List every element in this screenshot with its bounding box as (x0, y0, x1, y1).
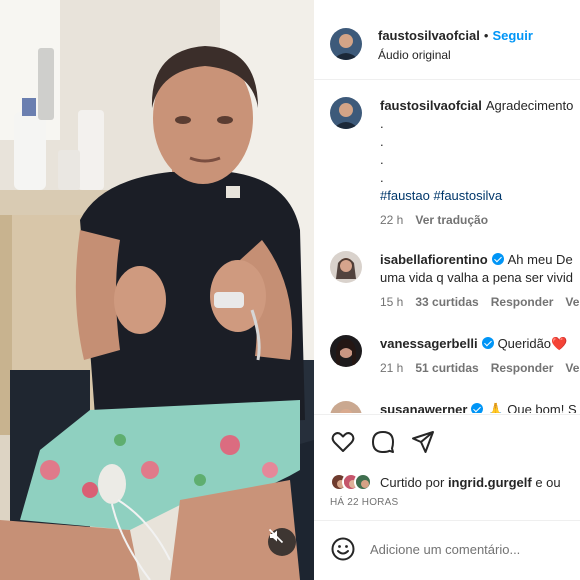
comment-time: 21 h (380, 361, 404, 375)
post-side-panel: faustosilvaofcial • Seguir Áudio original … (314, 0, 580, 580)
reply-button[interactable]: Responder (491, 361, 554, 375)
avatar-image (330, 335, 362, 367)
comment-input[interactable] (370, 535, 580, 563)
see-more-button[interactable]: Ver (565, 295, 580, 309)
avatar-image (330, 251, 362, 283)
comment-time: 15 h (380, 295, 404, 309)
liked-by-row[interactable]: Curtido por ingrid.gurgelf e ou (330, 471, 561, 493)
comment-meta: 21 h 51 curtidas Responder Ver (380, 359, 580, 377)
avatar-image (330, 28, 362, 60)
verified-badge-icon (491, 253, 504, 265)
avatar-image (356, 475, 370, 489)
post-video[interactable] (0, 0, 314, 580)
comment-username[interactable]: susanawerner (380, 402, 467, 413)
comment-text: Que bom! S (507, 402, 577, 413)
verified-badge-icon (471, 403, 484, 413)
see-translation-button[interactable]: Ver tradução (415, 213, 488, 227)
comment-body: vanessagerbelli Queridão❤️ 21 h 51 curtida… (380, 335, 580, 377)
commenter-avatar[interactable] (330, 335, 362, 367)
smiley-icon[interactable] (330, 536, 356, 562)
caption-username[interactable]: faustosilvaofcial (380, 98, 482, 113)
liked-by-prefix: Curtido por (380, 474, 445, 490)
post-timestamp: HÁ 22 HORAS (330, 497, 399, 508)
author-username[interactable]: faustosilvaofcial (378, 28, 480, 43)
speaker-muted-icon (268, 528, 284, 544)
comment-likes[interactable]: 51 curtidas (415, 361, 478, 375)
comment-body: susanawerner 🙏 Que bom! S (380, 401, 580, 413)
liker-avatar (354, 473, 372, 491)
author-avatar[interactable] (330, 28, 362, 60)
caption-hashtags[interactable]: #faustao #faustosilva (380, 187, 580, 205)
caption-dot-line: . (380, 116, 384, 131)
video-frame-illustration (0, 0, 314, 580)
separator-dot: • (483, 28, 489, 43)
comment-likes[interactable]: 33 curtidas (415, 295, 478, 309)
liked-by-user[interactable]: ingrid.gurgelf (448, 475, 532, 490)
verified-badge-icon (481, 337, 494, 349)
commenter-avatar[interactable] (330, 251, 362, 283)
avatar-image (330, 97, 362, 129)
comment-composer (314, 520, 580, 580)
comment-username[interactable]: vanessagerbelli (380, 336, 478, 351)
caption-avatar[interactable] (330, 97, 362, 129)
comment-text-line2: uma vida q valha a pena ser vivid (380, 270, 573, 285)
commenter-avatar[interactable] (330, 401, 362, 413)
see-more-button[interactable]: Ver (565, 361, 580, 375)
caption-text: Agradecimento (485, 98, 574, 113)
comment-icon[interactable] (370, 429, 396, 455)
avatar-image (330, 401, 362, 413)
heart-icon[interactable] (330, 429, 356, 455)
comment-meta: 15 h 33 curtidas Responder Ver (380, 293, 580, 311)
caption-dot-line: . (380, 170, 384, 185)
comment-username[interactable]: isabellafiorentino (380, 252, 488, 267)
liked-by-suffix[interactable]: e ou (535, 475, 560, 490)
caption-dot-line: . (380, 152, 384, 167)
caption-meta: 22 h Ver tradução (380, 211, 580, 229)
comment-body: isabellafiorentino Ah meu De uma vida q v… (380, 251, 580, 311)
comment-text: Queridão (497, 336, 552, 351)
action-bar: Curtido por ingrid.gurgelf e ou HÁ 22 HO… (314, 414, 580, 520)
pray-emoji: 🙏 (487, 402, 504, 413)
heart-emoji: ❤️ (551, 336, 568, 351)
share-icon[interactable] (410, 429, 436, 455)
comment-text: Ah meu De (507, 252, 573, 267)
post-header: faustosilvaofcial • Seguir Áudio original (314, 0, 580, 80)
header-user-line: faustosilvaofcial • Seguir (378, 28, 533, 43)
reply-button[interactable]: Responder (491, 295, 554, 309)
caption-body: faustosilvaofcial Agradecimento . . . . #… (380, 97, 580, 229)
caption-dot-line: . (380, 134, 384, 149)
audio-label[interactable]: Áudio original (378, 48, 451, 62)
follow-button[interactable]: Seguir (492, 28, 532, 43)
mute-button[interactable] (268, 528, 296, 556)
caption-time: 22 h (380, 213, 404, 227)
comments-list[interactable]: faustosilvaofcial Agradecimento . . . . #… (314, 81, 580, 413)
liked-by-text: Curtido por ingrid.gurgelf e ou (380, 475, 561, 490)
